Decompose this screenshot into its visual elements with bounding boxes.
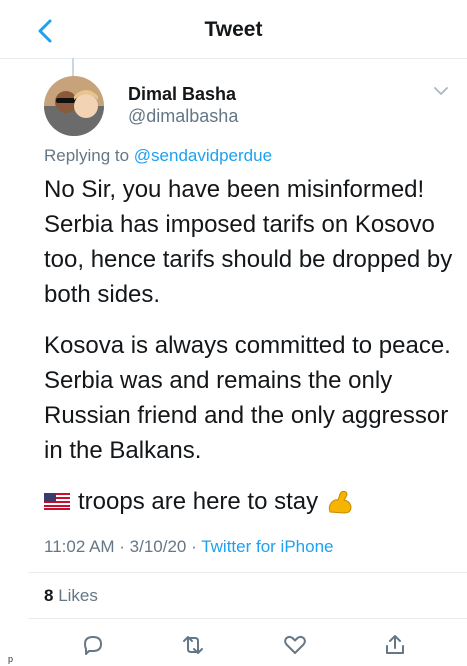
retweet-icon[interactable] <box>180 632 206 658</box>
page-title: Tweet <box>204 18 263 41</box>
divider <box>28 618 467 619</box>
likes-count[interactable]: 8 Likes <box>44 586 98 606</box>
replying-prefix: Replying to <box>44 146 130 165</box>
tweet-text-3: troops are here to stay <box>78 488 319 515</box>
tweet-paragraph-2: Kosova is always committed to peace. Ser… <box>44 332 451 464</box>
divider <box>28 572 467 573</box>
source-link[interactable]: Twitter for iPhone <box>201 537 333 556</box>
top-bar: Tweet <box>0 0 467 59</box>
stray-footer-char: p <box>8 654 14 664</box>
tweet-paragraph-3: troops are here to stay <box>44 484 454 519</box>
tweet-meta: 11:02 AM · 3/10/20 · Twitter for iPhone <box>44 537 333 557</box>
replying-handle-link[interactable]: @sendavidperdue <box>134 146 272 165</box>
tweet-paragraph-1: No Sir, you have been misinformed! Serbi… <box>44 176 453 308</box>
author-handle[interactable]: @dimalbasha <box>128 106 238 127</box>
author-name[interactable]: Dimal Basha <box>128 84 236 105</box>
avatar[interactable] <box>44 76 104 136</box>
replying-to: Replying to @sendavidperdue <box>44 146 272 166</box>
chevron-down-icon[interactable] <box>432 84 450 98</box>
heart-icon[interactable] <box>282 632 308 658</box>
thread-line <box>72 58 74 76</box>
likes-label: Likes <box>58 586 98 605</box>
likes-number: 8 <box>44 586 54 605</box>
reply-icon[interactable] <box>80 632 106 658</box>
flexed-biceps-icon <box>328 490 352 514</box>
us-flag-icon <box>44 493 70 510</box>
timestamp: 11:02 AM · 3/10/20 · <box>44 537 202 556</box>
share-icon[interactable] <box>382 632 408 658</box>
